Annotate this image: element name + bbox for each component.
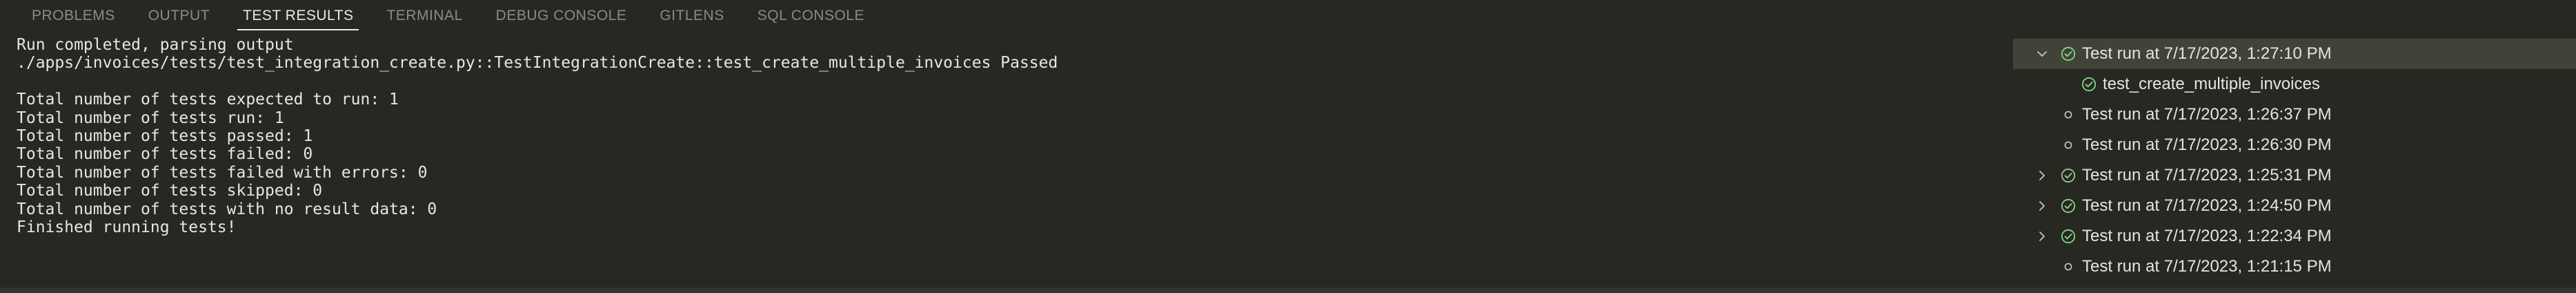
test-run-item[interactable]: Test run at 7/17/2023, 1:26:37 PM bbox=[2013, 100, 2576, 130]
check-circle-icon bbox=[2060, 46, 2077, 62]
check-circle-icon bbox=[2060, 228, 2077, 245]
tab-sql-console[interactable]: SQL CONSOLE bbox=[741, 0, 881, 32]
test-run-history-tree[interactable]: Test run at 7/17/2023, 1:27:10 PM test_cr… bbox=[2013, 39, 2576, 293]
tab-problems[interactable]: PROBLEMS bbox=[15, 0, 132, 32]
chevron-down-icon[interactable] bbox=[2034, 46, 2050, 62]
circle-outline-icon bbox=[2060, 137, 2077, 153]
tab-test-results[interactable]: TEST RESULTS bbox=[226, 0, 370, 32]
test-run-item[interactable]: Test run at 7/17/2023, 1:24:50 PM bbox=[2013, 191, 2576, 221]
output-line: Total number of tests failed with errors… bbox=[17, 163, 428, 182]
check-circle-icon bbox=[2060, 167, 2077, 184]
output-line: Finished running tests! bbox=[17, 218, 237, 236]
test-run-item[interactable]: Test run at 7/17/2023, 1:26:30 PM bbox=[2013, 130, 2576, 160]
check-circle-icon bbox=[2060, 198, 2077, 214]
test-run-label: Test run at 7/17/2023, 1:25:31 PM bbox=[2082, 166, 2332, 185]
test-run-label: Test run at 7/17/2023, 1:27:10 PM bbox=[2082, 44, 2332, 63]
chevron-right-icon[interactable] bbox=[2034, 228, 2050, 245]
tab-debug-console[interactable]: DEBUG CONSOLE bbox=[479, 0, 644, 32]
test-run-label: Test run at 7/17/2023, 1:24:50 PM bbox=[2082, 196, 2332, 215]
check-circle-icon bbox=[2081, 76, 2097, 93]
output-line: Total number of tests skipped: 0 bbox=[17, 182, 323, 200]
test-case-item[interactable]: test_create_multiple_invoices bbox=[2013, 69, 2576, 100]
test-results-output[interactable]: Run completed, parsing output ./apps/invo… bbox=[17, 36, 1990, 264]
test-run-label: Test run at 7/17/2023, 1:26:30 PM bbox=[2082, 135, 2332, 154]
test-run-label: Test run at 7/17/2023, 1:26:37 PM bbox=[2082, 105, 2332, 124]
panel-bottom-border bbox=[0, 287, 2576, 293]
output-line: Run completed, parsing output bbox=[17, 36, 294, 54]
test-run-item[interactable]: Test run at 7/17/2023, 1:22:34 PM bbox=[2013, 221, 2576, 252]
output-line: ./apps/invoices/tests/test_integration_c… bbox=[17, 54, 1058, 73]
output-line: Total number of tests with no result dat… bbox=[17, 200, 437, 218]
output-line: Total number of tests expected to run: 1 bbox=[17, 91, 399, 109]
test-run-label: Test run at 7/17/2023, 1:22:34 PM bbox=[2082, 227, 2332, 245]
circle-outline-icon bbox=[2060, 106, 2077, 123]
test-run-label: test_create_multiple_invoices bbox=[2103, 75, 2320, 93]
output-line: Total number of tests passed: 1 bbox=[17, 126, 313, 145]
panel-tab-bar: PROBLEMS OUTPUT TEST RESULTS TERMINAL DEBUG … bbox=[0, 0, 2576, 32]
test-run-item[interactable]: Test run at 7/17/2023, 1:25:31 PM bbox=[2013, 160, 2576, 191]
chevron-right-icon[interactable] bbox=[2034, 167, 2050, 184]
output-line: Total number of tests run: 1 bbox=[17, 108, 284, 127]
test-run-item[interactable]: Test run at 7/17/2023, 1:21:15 PM bbox=[2013, 252, 2576, 282]
tab-gitlens[interactable]: GITLENS bbox=[643, 0, 740, 32]
output-line: Total number of tests failed: 0 bbox=[17, 145, 313, 164]
tab-output[interactable]: OUTPUT bbox=[132, 0, 226, 32]
test-run-item[interactable]: Test run at 7/17/2023, 1:27:10 PM bbox=[2013, 39, 2576, 69]
test-run-label: Test run at 7/17/2023, 1:21:15 PM bbox=[2082, 257, 2332, 276]
circle-outline-icon bbox=[2060, 258, 2077, 275]
chevron-right-icon[interactable] bbox=[2034, 198, 2050, 214]
tab-terminal[interactable]: TERMINAL bbox=[370, 0, 479, 32]
